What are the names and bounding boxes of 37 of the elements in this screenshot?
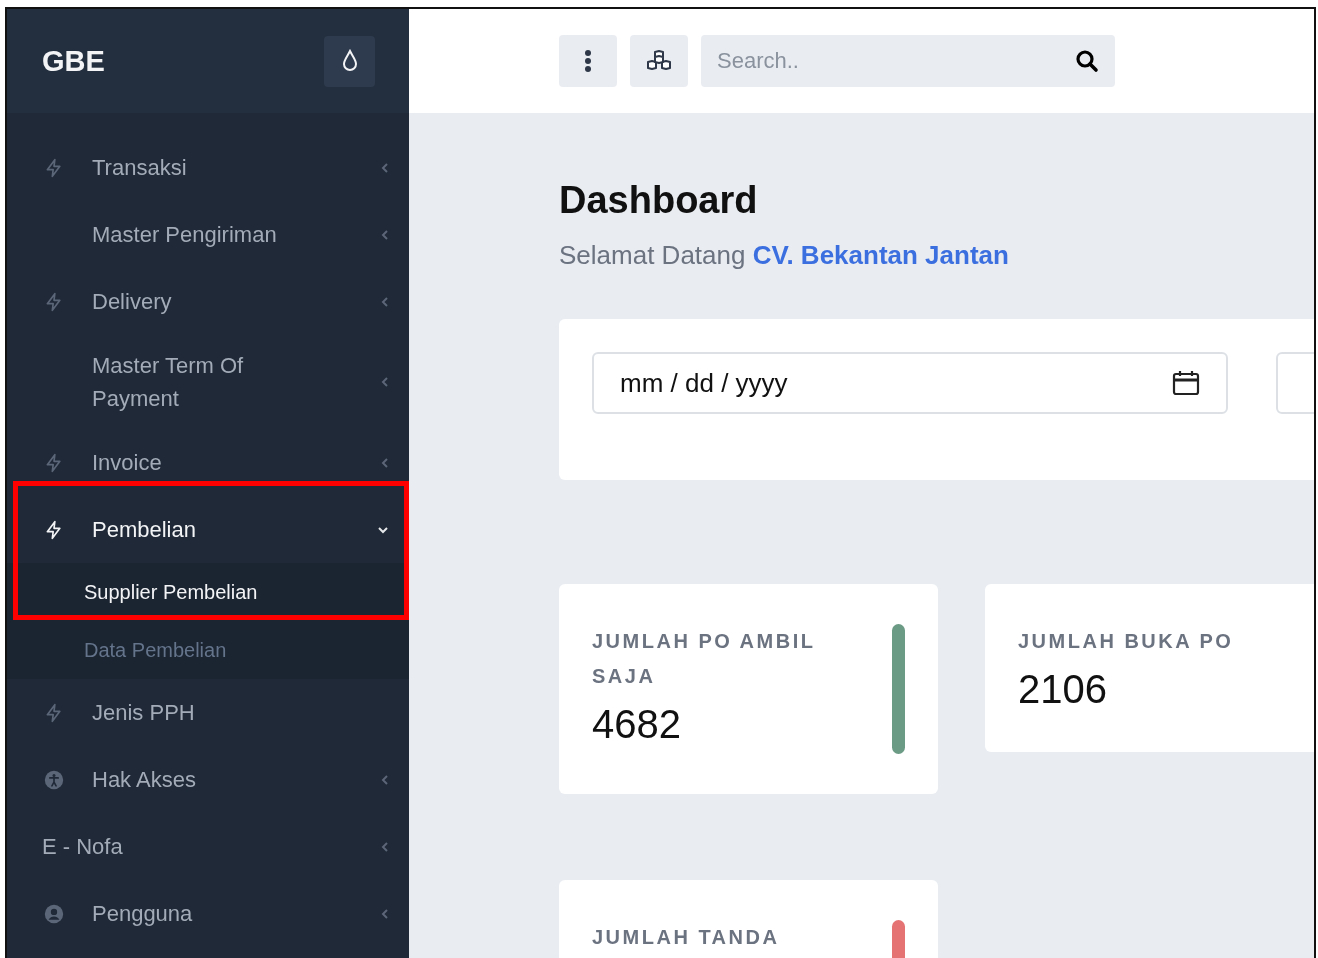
cubes-button[interactable]	[630, 35, 688, 87]
page-title: Dashboard	[559, 179, 759, 222]
search-field[interactable]: Search..	[701, 35, 1115, 87]
sidebar-item[interactable]: Invoice	[7, 429, 409, 496]
lightning-icon	[44, 701, 64, 724]
stat-label: JUMLAH TANDA	[592, 925, 781, 950]
kebab-icon	[584, 49, 592, 73]
sidebar-item[interactable]: Master Term Of Payment	[7, 335, 409, 429]
sidebar-item[interactable]: Pembelian	[7, 496, 409, 563]
sidebar-item[interactable]: E - Nofa	[7, 813, 409, 880]
search-icon	[1075, 49, 1099, 73]
sidebar-item[interactable]: Delivery	[7, 268, 409, 335]
sidebar-item[interactable]: Pengguna	[7, 880, 409, 947]
cubes-icon	[646, 50, 672, 72]
user-icon	[44, 902, 64, 925]
stat-label: JUMLAH PO AMBIL SAJA	[592, 629, 817, 689]
more-button[interactable]	[559, 35, 617, 87]
theme-button[interactable]	[324, 35, 375, 87]
accessibility-icon	[44, 768, 64, 791]
lightning-icon	[44, 290, 64, 313]
sidebar-item[interactable]: Master Pengiriman	[7, 201, 409, 268]
stat-value: 4682	[592, 702, 682, 747]
sidebar-item[interactable]: Transaksi	[7, 134, 409, 201]
sidebar-item[interactable]: Jenis PPH	[7, 679, 409, 746]
stat-value: 2106	[1018, 667, 1108, 712]
lightning-icon	[44, 451, 64, 474]
date-field[interactable]: mm / dd / yyyy	[592, 352, 1228, 414]
submenu-item[interactable]: Data Pembelian	[7, 621, 409, 679]
stat-label: JUMLAH BUKA PO	[1018, 629, 1235, 654]
brand-name: GBE	[42, 44, 105, 78]
sidebar-item[interactable]: Hak Akses	[7, 746, 409, 813]
submenu-item[interactable]: Supplier Pembelian	[7, 563, 409, 621]
calendar-icon	[1172, 369, 1200, 397]
lightning-icon	[44, 156, 64, 179]
drop-icon	[340, 49, 359, 73]
welcome-text: Selamat Datang CV. Bekantan Jantan	[559, 240, 1010, 271]
lightning-icon	[44, 518, 64, 541]
